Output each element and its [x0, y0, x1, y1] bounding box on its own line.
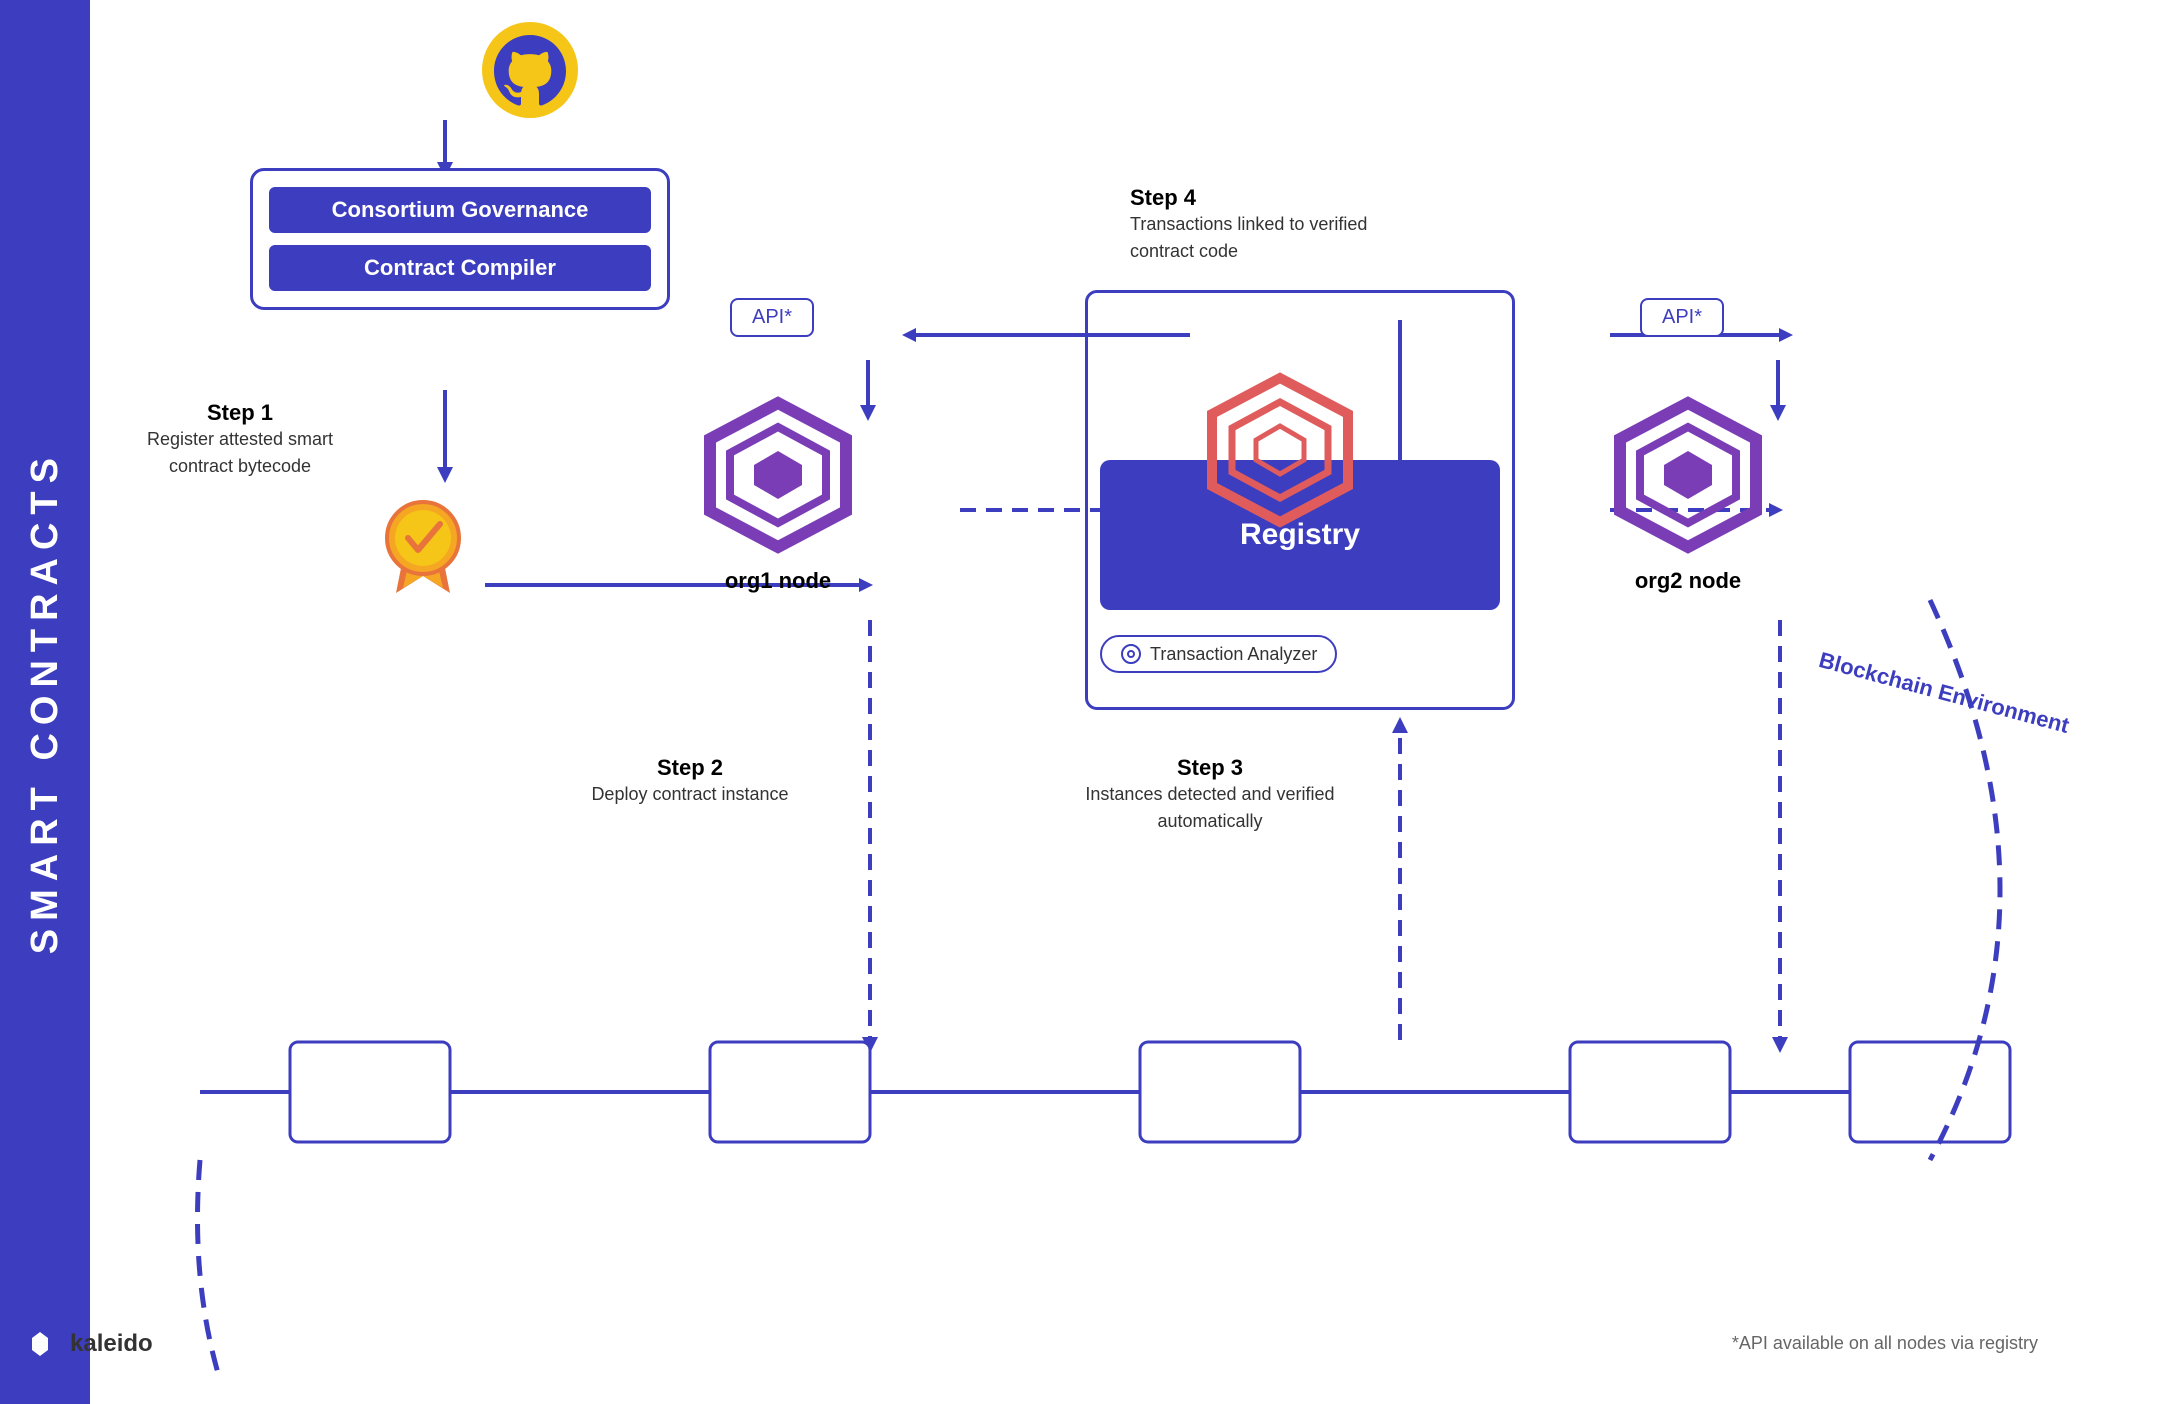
org1-label: org1 node — [688, 568, 868, 594]
api-box-org1: API* — [730, 298, 814, 337]
kaleido-logo: kaleido — [20, 1324, 153, 1364]
tx-analyzer-label: Transaction Analyzer — [1150, 644, 1317, 665]
contract-compiler-btn: Contract Compiler — [269, 245, 651, 291]
step2-title: Step 2 — [570, 755, 810, 781]
sidebar-title: SMART CONTRACTS — [24, 450, 67, 954]
kaleido-icon — [20, 1324, 60, 1364]
org2-node: org2 node — [1598, 395, 1778, 594]
step1-label: Step 1 Register attested smart contract … — [130, 400, 350, 480]
step3-desc: Instances detected and verified automati… — [1080, 781, 1340, 835]
step4-title: Step 4 — [1130, 185, 1410, 211]
kaleido-text: kaleido — [70, 1330, 153, 1358]
step3-label: Step 3 Instances detected and verified a… — [1080, 755, 1340, 835]
consortium-title: Consortium Governance — [269, 187, 651, 233]
org1-node: org1 node — [688, 395, 868, 594]
step2-label: Step 2 Deploy contract instance — [570, 755, 810, 808]
step4-label: Step 4 Transactions linked to verified c… — [1130, 185, 1410, 265]
footer-note: *API available on all nodes via registry — [1732, 1333, 2038, 1354]
api-box-org2: API* — [1640, 298, 1724, 337]
org2-label: org2 node — [1598, 568, 1778, 594]
step3-title: Step 3 — [1080, 755, 1340, 781]
github-icon — [480, 20, 580, 120]
tx-analyzer: Transaction Analyzer — [1100, 635, 1337, 673]
registry-hex-icon — [1200, 370, 1360, 535]
sidebar: SMART CONTRACTS — [0, 0, 90, 1404]
blockchain-env-label: Blockchain Environment — [1816, 647, 2072, 739]
consortium-box: Consortium Governance Contract Compiler — [250, 168, 670, 310]
tx-analyzer-icon — [1120, 643, 1142, 665]
step4-desc: Transactions linked to verified contract… — [1130, 211, 1410, 265]
step2-desc: Deploy contract instance — [570, 781, 810, 808]
badge-icon — [368, 488, 478, 598]
step1-title: Step 1 — [130, 400, 350, 426]
step1-desc: Register attested smart contract bytecod… — [130, 426, 350, 480]
